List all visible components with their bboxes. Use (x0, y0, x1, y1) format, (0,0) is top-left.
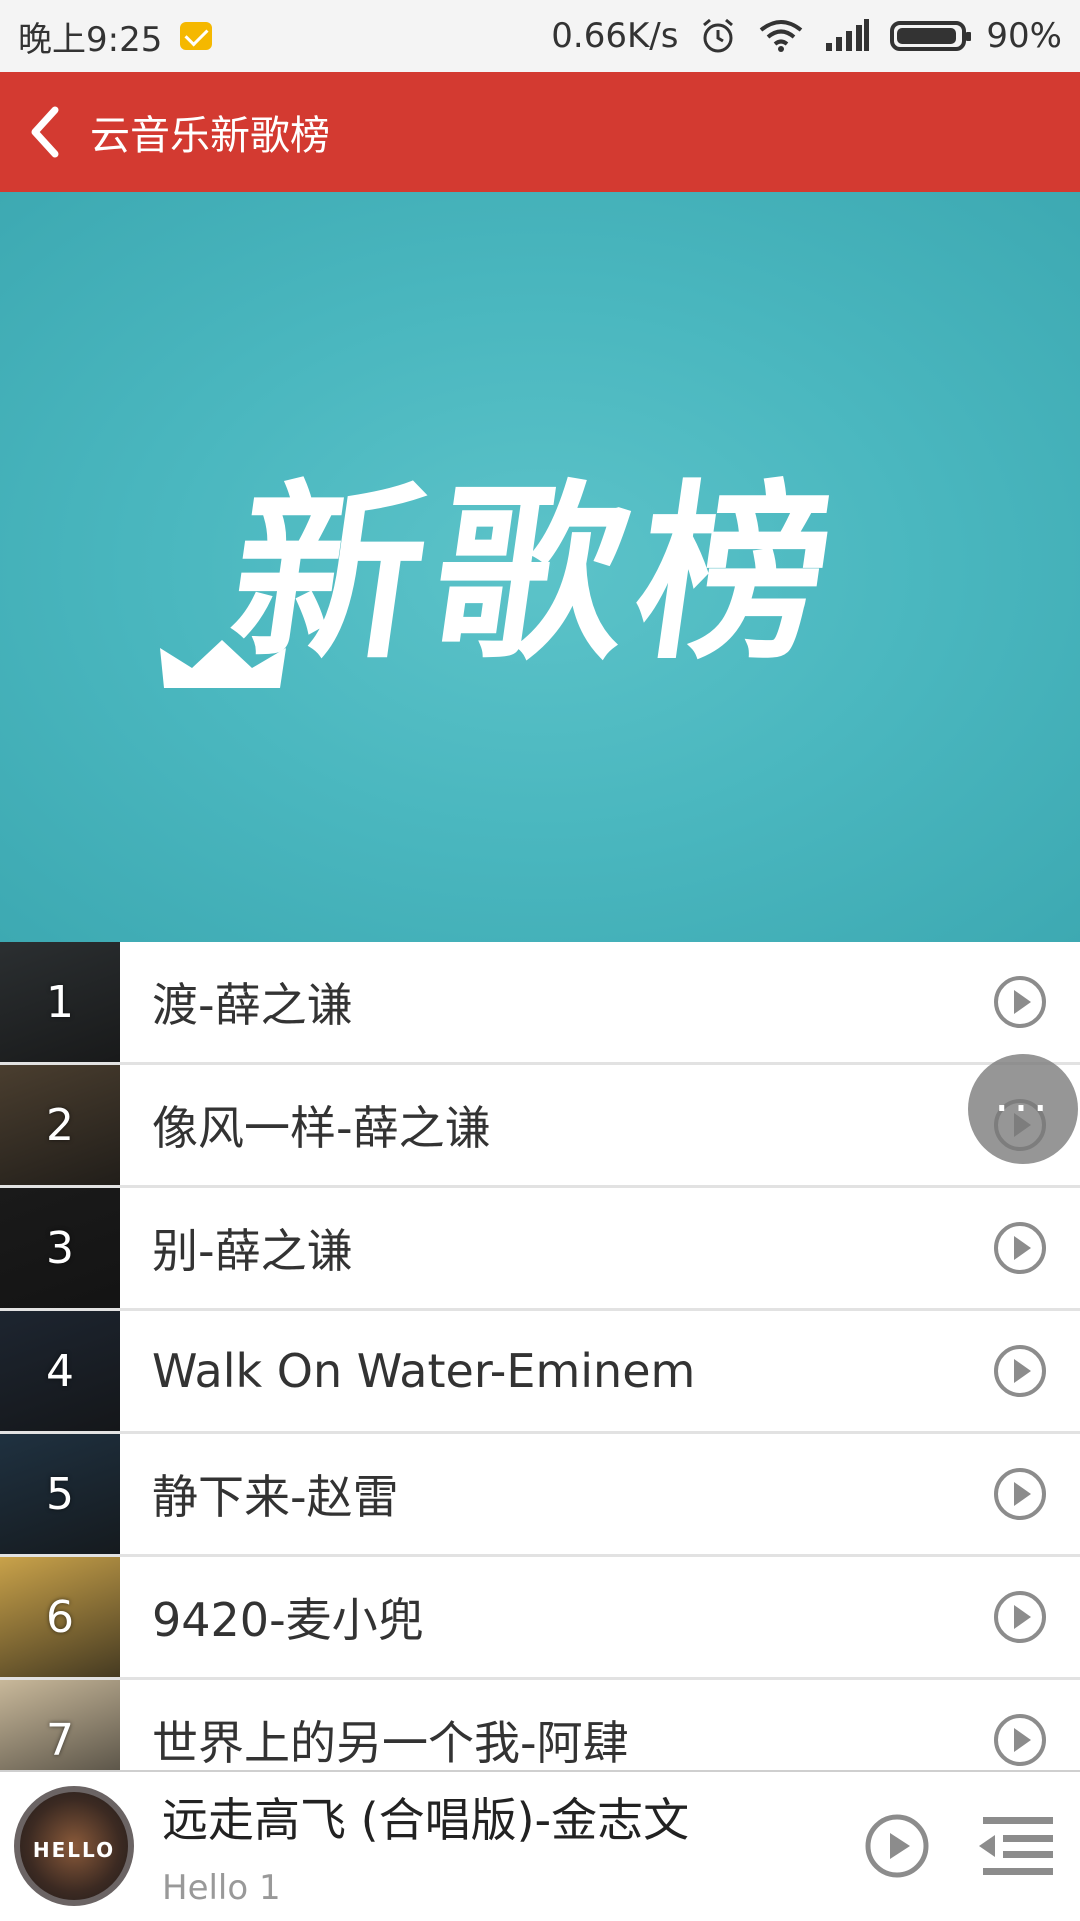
chevron-left-icon (31, 106, 59, 158)
play-icon (994, 1591, 1046, 1643)
play-icon (994, 1345, 1046, 1397)
status-bar: 晚上9:25 0.66K/s 90% (0, 0, 1080, 72)
song-rank: 1 (46, 976, 74, 1028)
song-title: Walk On Water-Eminem (152, 1344, 696, 1398)
now-playing-info[interactable]: 远走高飞 (合唱版)-金志文 Hello 1 (162, 1784, 852, 1908)
back-button[interactable] (0, 72, 90, 192)
song-play-button[interactable] (960, 1712, 1080, 1768)
song-play-button[interactable] (960, 1343, 1080, 1399)
song-rank: 2 (46, 1099, 74, 1151)
song-album-thumb: 5 (0, 1434, 120, 1554)
song-row[interactable]: 4 Walk On Water-Eminem (0, 1311, 1080, 1434)
banner-title: 新歌榜 (219, 463, 857, 685)
song-album-thumb: 6 (0, 1557, 120, 1677)
song-album-thumb: 3 (0, 1188, 120, 1308)
song-rank: 6 (46, 1591, 74, 1643)
song-row[interactable]: 7 世界上的另一个我-阿肆 (0, 1680, 1080, 1770)
song-row[interactable]: 1 渡-薛之谦 (0, 942, 1080, 1065)
playlist-button[interactable] (966, 1771, 1066, 1921)
battery-percent: 90% (986, 16, 1062, 56)
album-cover-label: HELLO (32, 1838, 116, 1862)
album-cover[interactable]: HELLO (14, 1786, 134, 1906)
title-bar: 云音乐新歌榜 (0, 72, 1080, 192)
song-album-thumb: 1 (0, 942, 120, 1062)
song-rank: 7 (46, 1714, 74, 1766)
play-icon (994, 976, 1046, 1028)
song-play-button[interactable] (960, 974, 1080, 1030)
now-playing-subtitle: Hello 1 (162, 1868, 281, 1908)
play-icon (994, 1714, 1046, 1766)
song-album-thumb: 2 (0, 1065, 120, 1185)
song-play-button[interactable] (960, 1589, 1080, 1645)
song-play-button[interactable] (960, 1220, 1080, 1276)
song-title: 别-薛之谦 (152, 1224, 353, 1278)
wifi-icon (758, 18, 804, 54)
mail-notification-icon (180, 22, 213, 50)
song-row[interactable]: 6 9420-麦小兜 (0, 1557, 1080, 1680)
playlist-icon (979, 1817, 1053, 1875)
alarm-icon (698, 16, 738, 56)
song-play-button[interactable] (960, 1466, 1080, 1522)
song-album-thumb: 4 (0, 1311, 120, 1431)
signal-icon (824, 19, 870, 53)
song-row[interactable]: 2 像风一样-薛之谦 (0, 1065, 1080, 1188)
song-title: 静下来-赵雷 (152, 1470, 399, 1524)
play-icon (865, 1814, 929, 1878)
song-row[interactable]: 3 别-薛之谦 (0, 1188, 1080, 1311)
floating-more-button[interactable]: ··· (968, 1054, 1078, 1164)
song-row[interactable]: 5 静下来-赵雷 (0, 1434, 1080, 1557)
page-title: 云音乐新歌榜 (90, 113, 330, 159)
network-speed: 0.66K/s (551, 16, 679, 56)
chart-banner: 新歌榜 (0, 192, 1080, 942)
play-button[interactable] (852, 1771, 942, 1921)
now-playing-title: 远走高飞 (合唱版)-金志文 (162, 1793, 690, 1847)
status-time: 晚上9:25 (18, 19, 163, 60)
play-icon (994, 1468, 1046, 1520)
more-dots: ··· (994, 1081, 1052, 1137)
song-rank: 4 (46, 1345, 74, 1397)
song-rank: 3 (46, 1222, 74, 1274)
mini-player[interactable]: HELLO 远走高飞 (合唱版)-金志文 Hello 1 (0, 1770, 1080, 1920)
song-rank: 5 (46, 1468, 74, 1520)
song-list: 1 渡-薛之谦 2 像风一样-薛之谦 3 别-薛之谦 4 Walk On Water-Emin… (0, 942, 1080, 1770)
song-title: 9420-麦小兜 (152, 1593, 424, 1647)
play-icon (994, 1222, 1046, 1274)
song-album-thumb: 7 (0, 1680, 120, 1770)
battery-icon (890, 21, 972, 51)
song-title: 渡-薛之谦 (152, 978, 353, 1032)
song-title: 世界上的另一个我-阿肆 (152, 1716, 629, 1770)
song-title: 像风一样-薛之谦 (152, 1101, 491, 1155)
